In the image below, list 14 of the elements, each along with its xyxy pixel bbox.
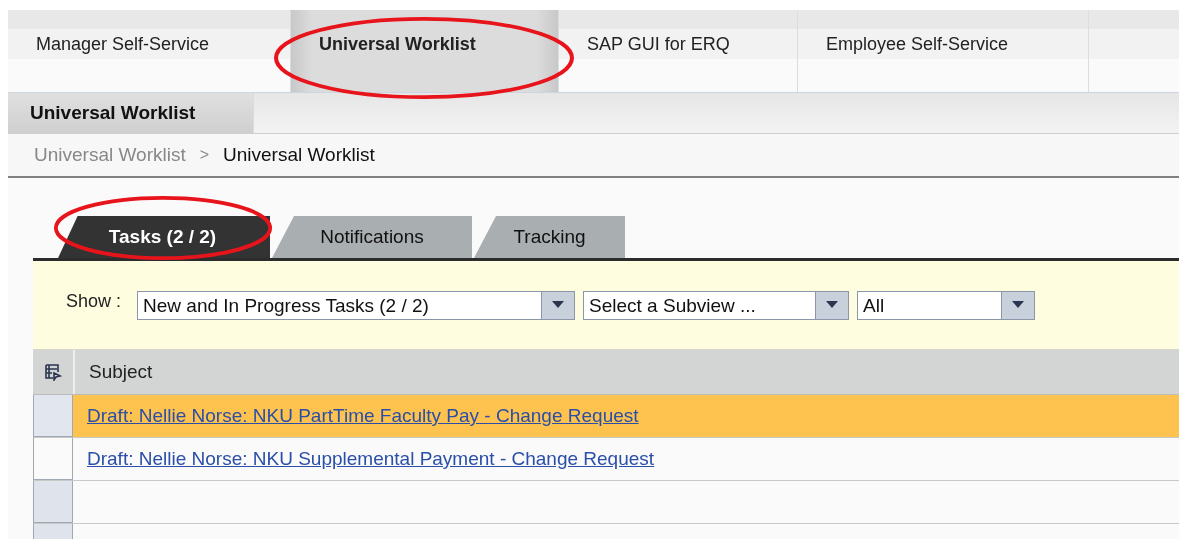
- sub-tab[interactable]: Universal Worklist: [8, 93, 254, 133]
- nav-tab[interactable]: Universal Worklist: [291, 10, 559, 92]
- nav-tab[interactable]: Employee Self-Service: [798, 10, 1089, 92]
- subject-link[interactable]: Draft: Nellie Norse: NKU Supplemental Payment - Change Request: [87, 448, 655, 470]
- dropdown[interactable]: Select a Subview ...: [583, 290, 850, 320]
- breadcrumb-separator: >: [199, 146, 210, 164]
- dropdown[interactable]: New and In Progress Tasks (2 / 2): [137, 290, 576, 320]
- worklist-tab[interactable]: Tasks (2 / 2): [55, 216, 270, 258]
- dropdown[interactable]: All: [857, 290, 1036, 320]
- nav-tab[interactable]: SAP GUI for ERQ: [559, 10, 798, 92]
- worklist-tab[interactable]: Tracking: [474, 216, 625, 258]
- worklist-tab[interactable]: Notifications: [272, 216, 472, 258]
- show-label: Show :: [66, 290, 122, 312]
- breadcrumb-item: Universal Worklist: [223, 144, 375, 166]
